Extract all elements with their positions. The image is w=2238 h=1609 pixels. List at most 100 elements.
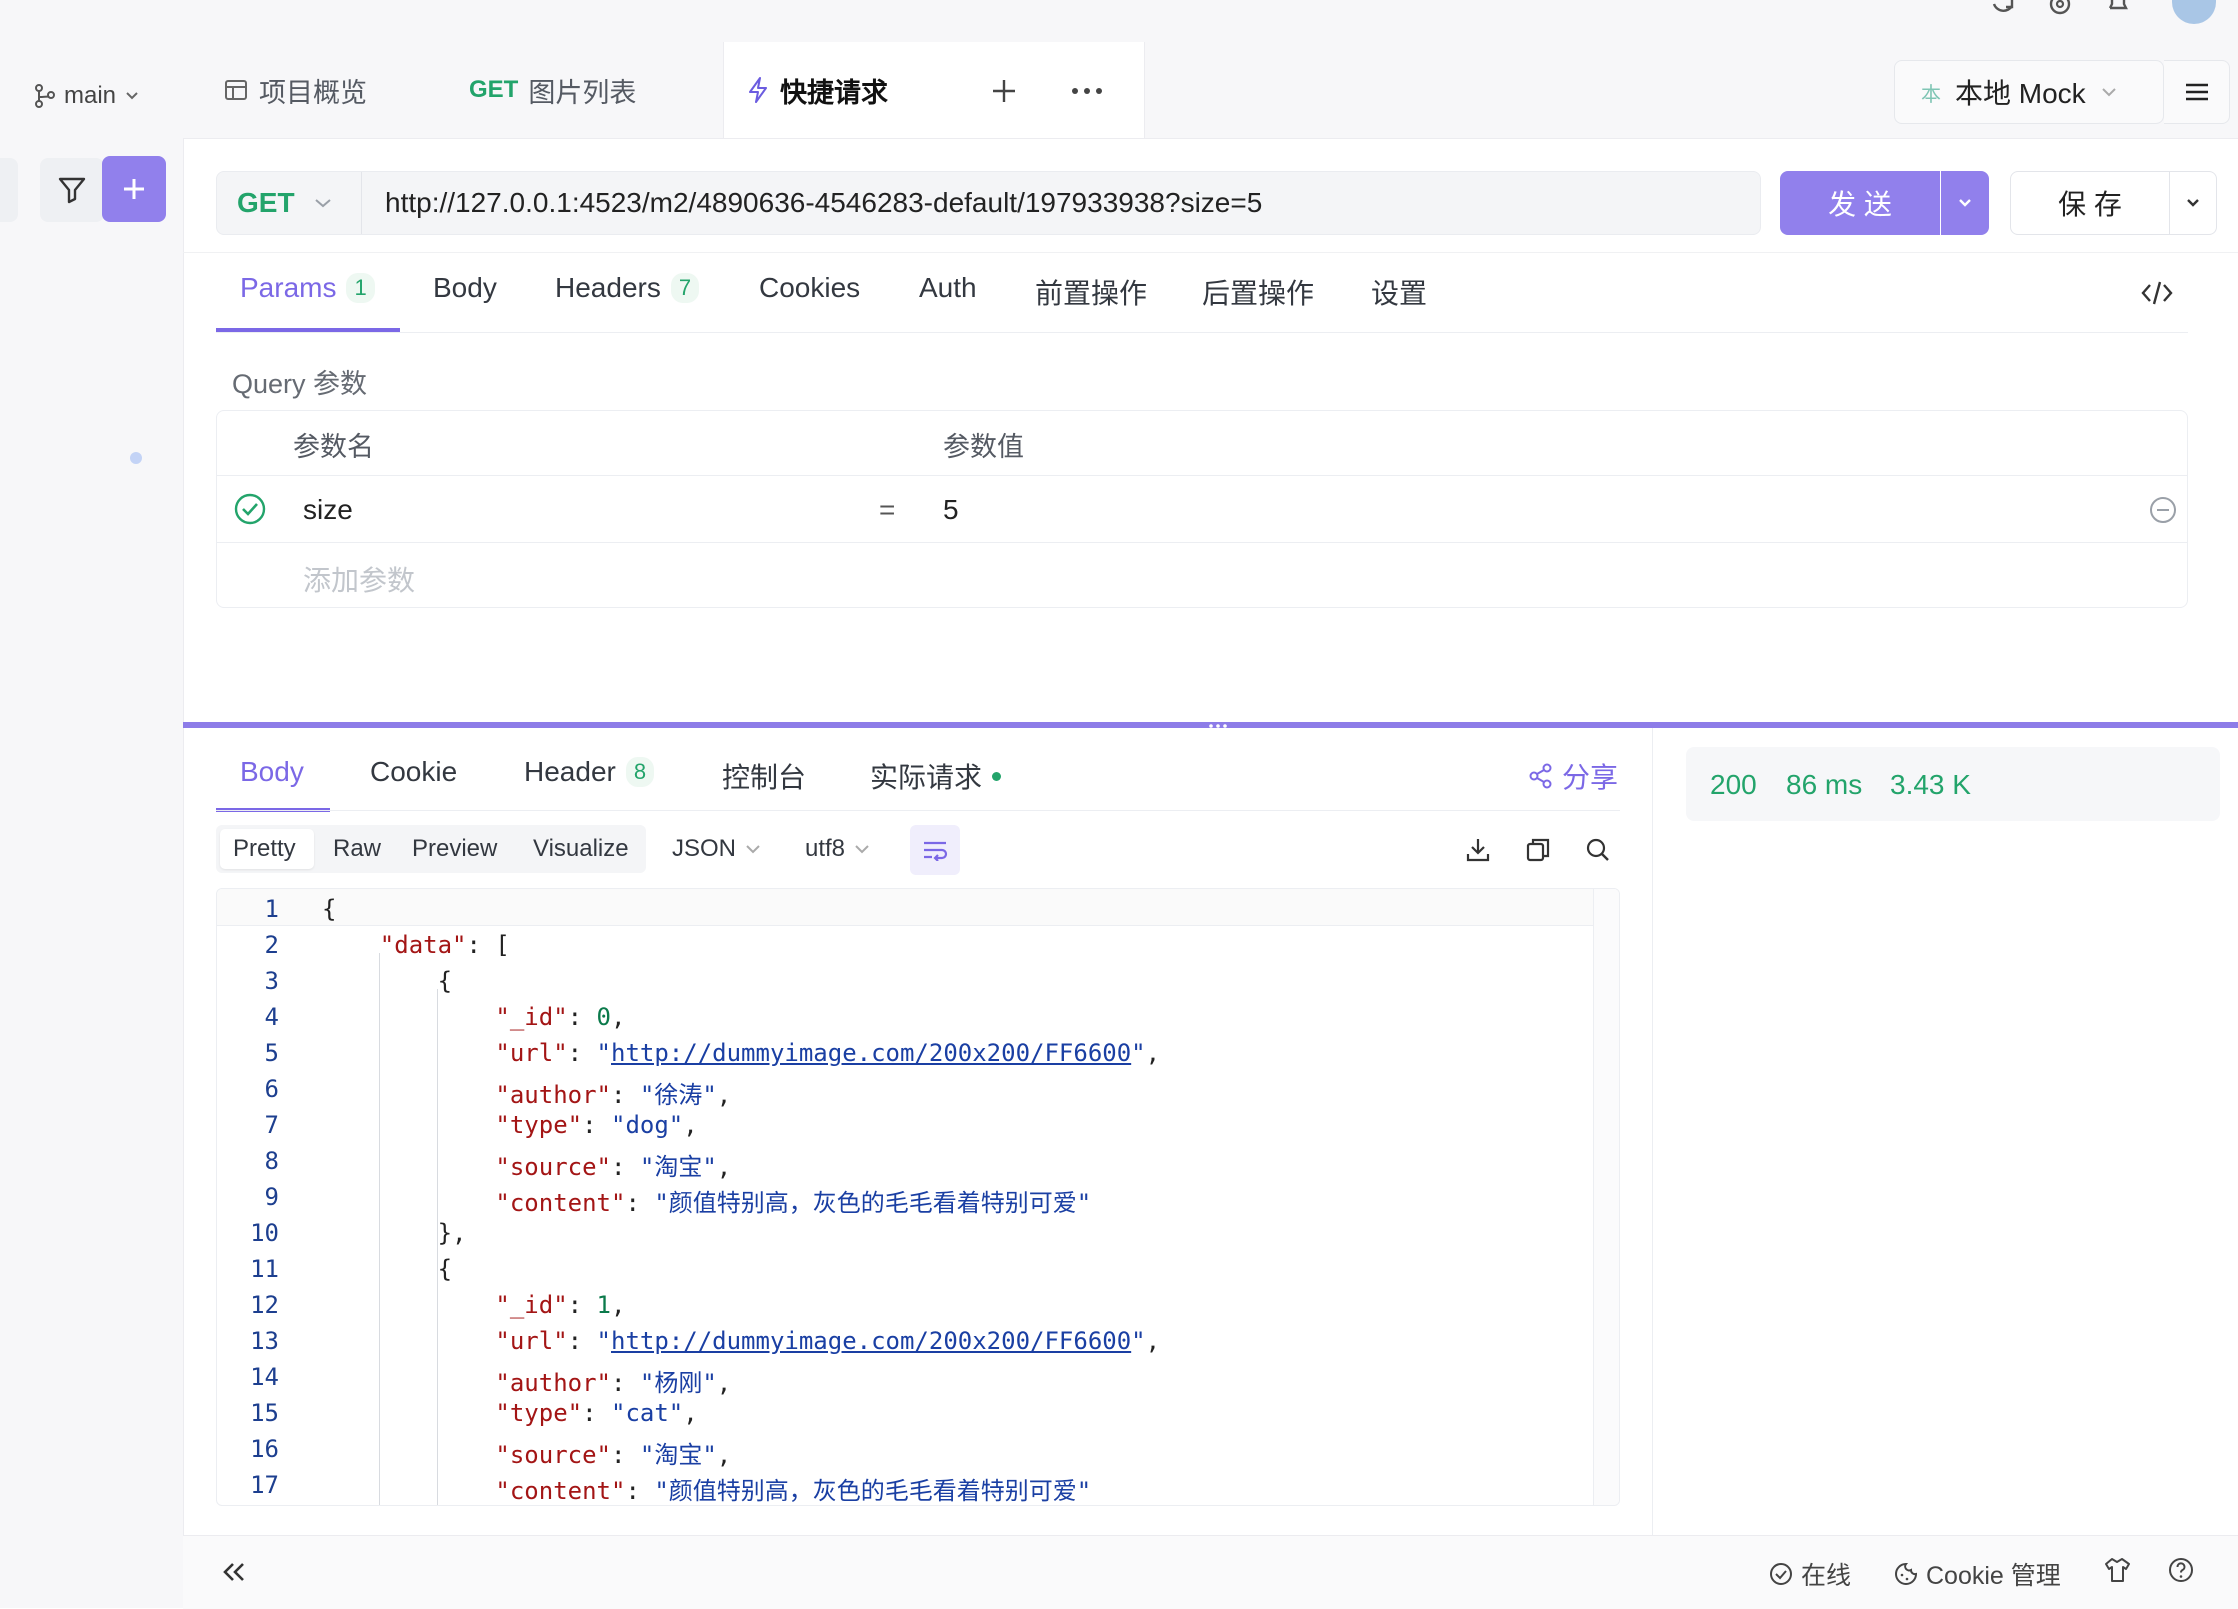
mode-visualize[interactable]: Visualize bbox=[533, 825, 629, 873]
code-line: "source": "淘宝", bbox=[495, 1441, 732, 1469]
language-select[interactable]: JSON bbox=[672, 825, 762, 873]
encoding-label: utf8 bbox=[805, 835, 846, 862]
tab-label: 控制台 bbox=[722, 762, 807, 793]
code-line: { bbox=[322, 967, 453, 995]
column-header-name: 参数名 bbox=[293, 432, 374, 462]
bell-icon[interactable] bbox=[2104, 0, 2132, 16]
tab-label: 项目概览 bbox=[259, 77, 367, 108]
refresh-icon[interactable] bbox=[1990, 0, 2018, 20]
tab-actual-request[interactable]: 实际请求 bbox=[870, 756, 1002, 796]
collapsed-panel-edge[interactable] bbox=[0, 158, 18, 222]
help-icon[interactable] bbox=[2167, 1556, 2195, 1584]
code-icon[interactable] bbox=[2140, 278, 2174, 308]
response-status-panel: 200 86 ms 3.43 K bbox=[1686, 747, 2220, 821]
tab-settings[interactable]: 设置 bbox=[1371, 272, 1427, 312]
tab-response-cookie[interactable]: Cookie bbox=[370, 756, 457, 788]
line-number: 6 bbox=[264, 1075, 279, 1103]
share-label: 分享 bbox=[1562, 762, 1619, 793]
line-number: 16 bbox=[250, 1435, 279, 1463]
tab-headers[interactable]: Headers 7 bbox=[555, 272, 700, 304]
tab-params[interactable]: Params 1 bbox=[240, 272, 375, 304]
save-button[interactable]: 保 存 bbox=[2010, 171, 2170, 235]
line-number: 12 bbox=[250, 1291, 279, 1319]
tab-label: 快捷请求 bbox=[780, 77, 888, 108]
plus-icon bbox=[120, 175, 148, 203]
more-icon[interactable] bbox=[1071, 86, 1103, 96]
download-icon[interactable] bbox=[1464, 836, 1492, 864]
tab-console[interactable]: 控制台 bbox=[722, 756, 806, 796]
tab-label: Body bbox=[433, 272, 497, 303]
url-input[interactable]: http://127.0.0.1:4523/m2/4890636-4546283… bbox=[385, 172, 1262, 234]
tab-label: Headers bbox=[555, 272, 661, 303]
share-button[interactable]: 分享 bbox=[1528, 756, 1618, 796]
avatar[interactable] bbox=[2172, 0, 2216, 24]
code-line: "data": [ bbox=[379, 931, 510, 959]
code-line: "source": "淘宝", bbox=[495, 1153, 732, 1181]
drag-handle-icon[interactable] bbox=[1208, 723, 1228, 729]
add-param-placeholder[interactable]: 添加参数 bbox=[303, 559, 415, 599]
tab-response-body[interactable]: Body bbox=[240, 756, 304, 788]
column-header-value: 参数值 bbox=[943, 432, 1024, 462]
params-table: 参数名 参数值 size = 5 添加参数 bbox=[216, 410, 2188, 608]
param-value[interactable]: 5 bbox=[943, 494, 959, 526]
branch-label: main bbox=[64, 82, 117, 109]
mode-preview[interactable]: Preview bbox=[412, 825, 497, 873]
scrollbar-track[interactable] bbox=[1593, 889, 1619, 1505]
cookie-label: Cookie 管理 bbox=[1926, 1562, 2061, 1590]
tab-cookies[interactable]: Cookies bbox=[759, 272, 860, 304]
shirt-icon[interactable] bbox=[2103, 1556, 2131, 1584]
divider bbox=[216, 810, 1620, 811]
cookie-manager-button[interactable]: Cookie 管理 bbox=[1894, 1556, 2061, 1592]
tab-label: 图片列表 bbox=[528, 77, 637, 108]
tab-auth[interactable]: Auth bbox=[919, 272, 977, 304]
online-status[interactable]: 在线 bbox=[1769, 1556, 1851, 1592]
tab-body[interactable]: Body bbox=[433, 272, 497, 304]
wrap-toggle-button[interactable] bbox=[910, 825, 960, 875]
tab-method: GET bbox=[469, 76, 519, 103]
code-line: { bbox=[322, 1255, 453, 1283]
filter-button[interactable] bbox=[40, 158, 104, 222]
mode-raw[interactable]: Raw bbox=[333, 825, 381, 873]
table-row: size = 5 bbox=[217, 476, 2187, 542]
branch-selector[interactable]: main bbox=[34, 82, 140, 110]
line-number: 11 bbox=[250, 1255, 279, 1283]
save-options-button[interactable] bbox=[2169, 171, 2217, 235]
tab-image-list[interactable]: GET 图片列表 bbox=[469, 42, 636, 138]
tab-response-header[interactable]: Header 8 bbox=[524, 756, 655, 788]
search-icon[interactable] bbox=[1584, 836, 1612, 864]
line-number: 15 bbox=[250, 1399, 279, 1427]
hamburger-icon bbox=[2184, 81, 2210, 103]
line-number: 3 bbox=[264, 967, 279, 995]
method-select[interactable]: GET bbox=[237, 172, 333, 234]
encoding-select[interactable]: utf8 bbox=[805, 825, 871, 873]
cookie-icon bbox=[1894, 1562, 1918, 1586]
add-button[interactable] bbox=[102, 156, 166, 222]
send-options-button[interactable] bbox=[1941, 171, 1989, 235]
tab-label: 前置操作 bbox=[1035, 278, 1148, 309]
lightning-icon bbox=[746, 76, 770, 104]
tab-label: 设置 bbox=[1371, 278, 1428, 309]
collapse-sidebar-icon[interactable] bbox=[219, 1560, 247, 1584]
word-wrap-icon bbox=[922, 839, 948, 861]
param-name[interactable]: size bbox=[303, 494, 353, 526]
settings-icon[interactable] bbox=[2046, 0, 2074, 16]
new-tab-plus-icon[interactable] bbox=[991, 78, 1017, 104]
response-editor[interactable]: 1 {2 "data": [3 {4 "_id": 0, 5 "url": "htt… bbox=[216, 888, 1620, 1506]
divider bbox=[1652, 728, 1653, 1535]
remove-icon[interactable] bbox=[2149, 496, 2177, 524]
copy-icon[interactable] bbox=[1524, 836, 1552, 864]
send-button[interactable]: 发 送 bbox=[1780, 171, 1940, 235]
tab-pre-processors[interactable]: 前置操作 bbox=[1035, 272, 1147, 312]
active-line-highlight bbox=[217, 889, 1619, 926]
mode-pretty[interactable]: Pretty bbox=[233, 825, 296, 873]
indicator-dot bbox=[130, 452, 142, 464]
tab-post-processors[interactable]: 后置操作 bbox=[1202, 272, 1314, 312]
environment-selector[interactable]: 本 本地 Mock bbox=[1894, 60, 2164, 124]
layout-icon bbox=[223, 77, 249, 103]
tab-project-overview[interactable]: 项目概览 bbox=[223, 42, 367, 138]
divider bbox=[361, 172, 362, 234]
status-code: 200 bbox=[1710, 769, 1757, 800]
section-title: Query 参数 bbox=[232, 369, 368, 399]
menu-button[interactable] bbox=[2164, 60, 2230, 124]
checkbox-checked-icon[interactable] bbox=[233, 492, 267, 526]
